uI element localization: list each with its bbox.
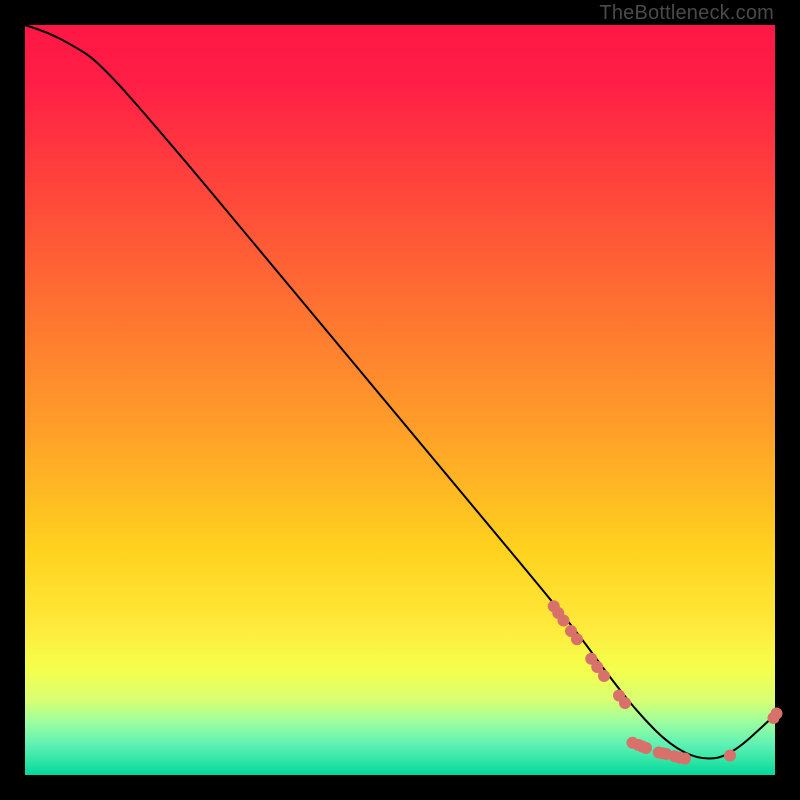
attribution-text: TheBottleneck.com — [599, 2, 774, 25]
chart-stage: TheBottleneck.com — [0, 0, 800, 800]
curve-bottleneck-curve — [25, 25, 775, 759]
plot-svg — [25, 25, 775, 775]
marker-point — [619, 697, 631, 709]
plot-area — [25, 25, 775, 775]
marker-point — [558, 615, 570, 627]
marker-point — [770, 708, 782, 720]
marker-point — [571, 633, 583, 645]
marker-point — [640, 742, 652, 754]
marker-point — [598, 670, 610, 682]
marker-point — [679, 753, 691, 765]
marker-point — [724, 750, 736, 762]
